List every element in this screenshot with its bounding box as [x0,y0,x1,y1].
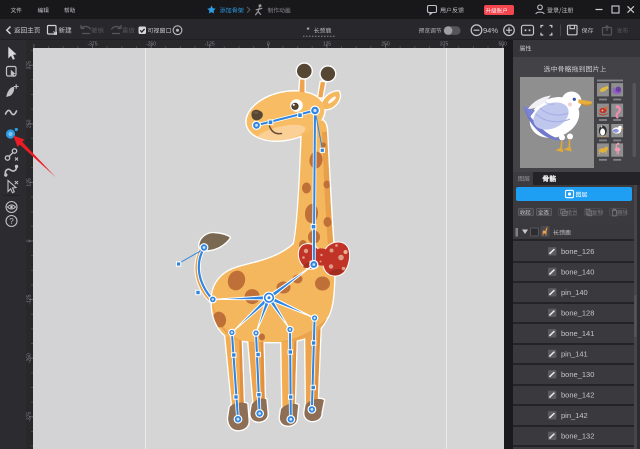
svg-text:bone_130: bone_130 [561,370,594,379]
svg-text:bone_141: bone_141 [561,329,594,338]
svg-text:375: 375 [27,61,33,70]
svg-text:-250: -250 [27,353,33,363]
svg-text:bone_126: bone_126 [561,247,594,256]
svg-text:bone_132: bone_132 [561,431,594,440]
svg-text:-375: -375 [87,42,97,48]
svg-text:0: 0 [267,42,270,48]
svg-text:-125: -125 [205,42,215,48]
svg-text:pin_142: pin_142 [561,411,588,420]
svg-text:125: 125 [323,42,332,48]
svg-text:bone_128: bone_128 [561,308,594,317]
svg-text:bone_142: bone_142 [561,390,594,399]
svg-text:0: 0 [27,239,33,242]
svg-text:250: 250 [381,42,390,48]
svg-text:bone_140: bone_140 [561,267,594,276]
svg-text:*: * [307,26,310,35]
svg-text:-250: -250 [146,42,156,48]
svg-text:94%: 94% [483,26,498,35]
svg-text:250: 250 [27,119,33,128]
svg-text:-375: -375 [27,412,33,422]
svg-text:375: 375 [440,42,449,48]
svg-text:?: ? [9,217,14,226]
svg-text:500: 500 [499,42,508,48]
svg-text:125: 125 [27,178,33,187]
svg-text:pin_141: pin_141 [561,349,588,358]
svg-text:-125: -125 [27,294,33,304]
svg-text:pin_140: pin_140 [561,288,588,297]
